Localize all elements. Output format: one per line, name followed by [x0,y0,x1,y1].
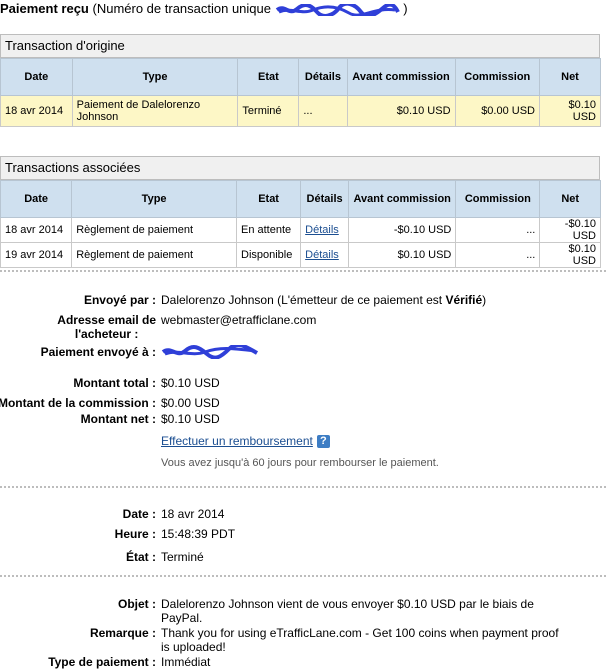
col-type: Type [71,58,239,96]
page-header: Paiement reçu (Numéro de transaction uni… [0,1,408,16]
col-etat: Etat [237,58,300,96]
net-amount: $0.10 USD [161,412,220,426]
cell-details: ... [298,95,348,127]
cell-net: $0.10 USD [539,95,601,127]
date-label: Date : [122,507,156,521]
col-commission: Commission [455,180,541,218]
subject-label: Objet : [118,597,156,611]
cell-avant: -$0.10 USD [347,217,457,243]
total-amount: $0.10 USD [161,376,220,390]
col-date: Date [0,180,73,218]
origin-transaction-section: Transaction d'origine Date Type Etat Dét… [0,34,601,127]
payment-type-value: Immédiat [161,655,211,669]
cell-commission: ... [455,242,541,268]
table-row: 19 avr 2014 Règlement de paiement Dispon… [0,242,601,268]
refund-link[interactable]: Effectuer un remboursement [161,434,313,448]
cell-date: 18 avr 2014 [0,95,73,127]
commission-amount: $0.00 USD [161,396,220,410]
divider [0,575,606,577]
email-label-1: Adresse email de [57,313,156,327]
col-date: Date [0,58,73,96]
sent-to-label: Paiement envoyé à : [40,345,156,359]
cell-etat: Disponible [235,242,302,268]
commission-label: Montant de la commission : [0,396,156,410]
col-commission: Commission [454,58,541,96]
redacted-transaction-id [275,3,400,16]
cell-etat: Terminé [237,95,300,127]
help-icon[interactable]: ? [316,435,330,449]
cell-net: -$0.10 USD [539,217,601,243]
cell-commission: $0.00 USD [454,95,541,127]
cell-etat: En attente [235,217,302,243]
transaction-id-label: (Numéro de transaction unique [92,1,272,16]
cell-type: Règlement de paiement [71,242,237,268]
related-transaction-table: Date Type Etat Détails Avant commission … [0,180,601,268]
cell-type: Paiement de Dalelorenzo Johnson [71,95,239,127]
col-details: Détails [298,58,348,96]
sent-by-label: Envoyé par : [83,293,156,307]
sender-status-prefix: (L'émetteur de ce paiement est [277,293,443,307]
refund-note: Vous avez jusqu'à 60 jours pour rembours… [161,457,439,469]
sender-verified: Vérifié [445,293,483,307]
table-header-row: Date Type Etat Détails Avant commission … [0,58,601,96]
col-etat: Etat [235,180,302,218]
cell-type: Règlement de paiement [71,217,237,243]
cell-avant: $0.10 USD [347,242,457,268]
col-avant-commission: Avant commission [346,58,456,96]
related-transactions-section: Transactions associées Date Type Etat Dé… [0,156,601,268]
cell-avant: $0.10 USD [346,95,456,127]
related-section-title: Transactions associées [0,156,600,180]
state-value: Terminé [161,550,204,564]
divider [0,486,606,488]
buyer-email: webmaster@etrafficlane.com [161,313,317,327]
remark-label: Remarque : [89,626,156,640]
net-label: Montant net : [80,412,156,426]
table-header-row: Date Type Etat Détails Avant commission … [0,180,601,218]
remark-line-2: is uploaded! [161,640,226,654]
divider [0,270,606,272]
details-link[interactable]: Détails [300,217,349,243]
email-label-2: l'acheteur : [74,327,139,341]
cell-date: 19 avr 2014 [0,242,73,268]
table-row: 18 avr 2014 Paiement de Dalelorenzo John… [0,95,601,127]
table-row: 18 avr 2014 Règlement de paiement En att… [0,217,601,243]
details-link[interactable]: Détails [300,242,349,268]
time-value: 15:48:39 PDT [161,527,236,541]
subject-line-1: Dalelorenzo Johnson vient de vous envoye… [161,597,534,611]
redacted-recipient-email [161,342,259,360]
col-net: Net [539,180,601,218]
col-details: Détails [300,180,349,218]
cell-net: $0.10 USD [539,242,601,268]
cell-commission: ... [455,217,541,243]
col-avant-commission: Avant commission [347,180,457,218]
remark-line-1: Thank you for using eTrafficLane.com - G… [161,626,559,640]
sender-name: Dalelorenzo Johnson [161,293,274,307]
payment-type-label: Type de paiement : [48,655,156,669]
total-label: Montant total : [73,376,156,390]
page-title: Paiement reçu [0,1,89,16]
cell-date: 18 avr 2014 [0,217,73,243]
origin-transaction-table: Date Type Etat Détails Avant commission … [0,58,601,127]
origin-section-title: Transaction d'origine [0,34,600,58]
col-type: Type [71,180,237,218]
subject-line-2: PayPal. [161,611,203,625]
state-label: État : [126,550,156,564]
date-value: 18 avr 2014 [161,507,225,521]
col-net: Net [539,58,601,96]
time-label: Heure : [114,527,156,541]
